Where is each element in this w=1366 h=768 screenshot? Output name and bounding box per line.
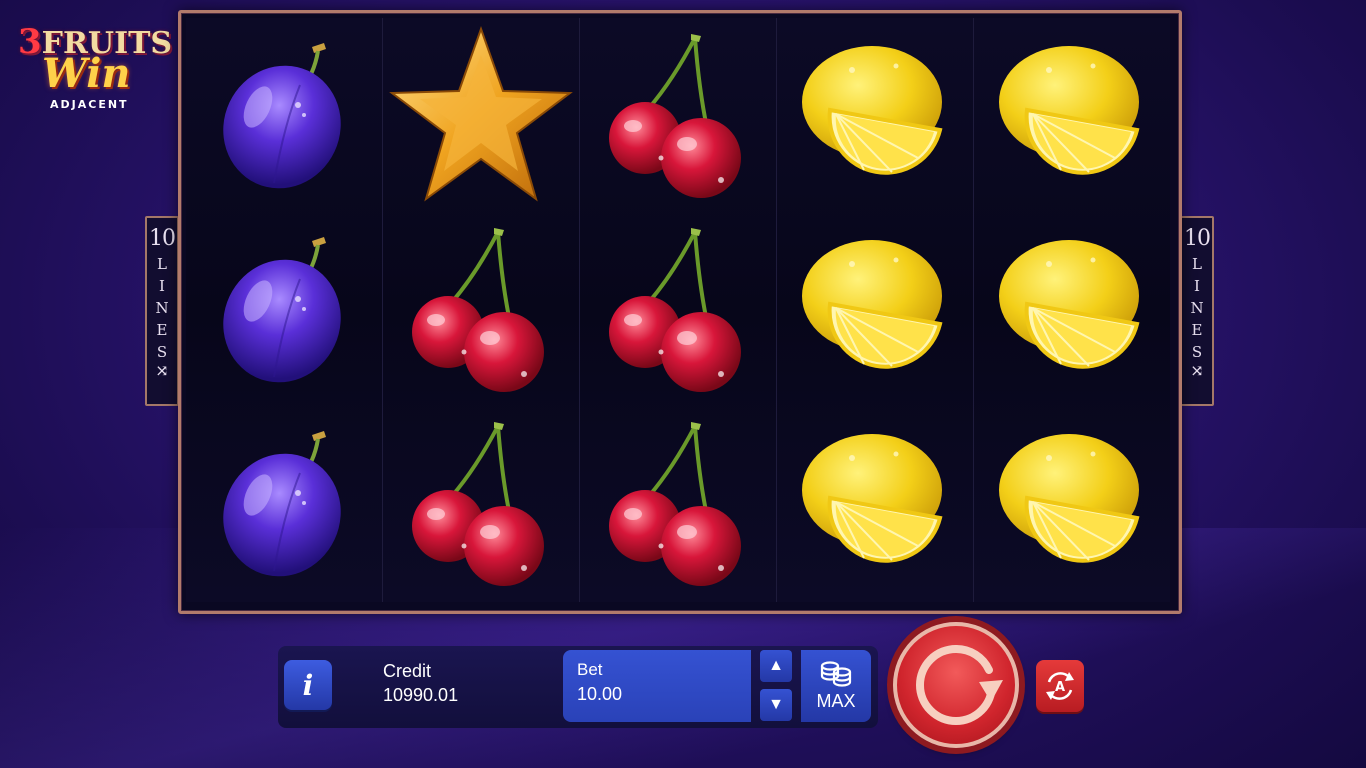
spin-arrow-icon xyxy=(916,644,1003,725)
bet-decrease-button[interactable]: ▼ xyxy=(760,689,792,721)
cherry-symbol xyxy=(580,212,776,406)
star-symbol xyxy=(383,18,579,212)
plum-symbol xyxy=(186,212,382,406)
reel-2 xyxy=(383,18,580,602)
lines-word: L I N E S xyxy=(155,255,169,361)
cherry-symbol xyxy=(580,406,776,600)
logo-line-2: Win xyxy=(42,50,131,97)
triangle-up-icon: ▲ xyxy=(768,657,784,674)
logo-line-3: ADJACENT xyxy=(50,98,129,111)
cherry-symbol xyxy=(580,18,776,212)
autoplay-icon: A xyxy=(1046,672,1074,700)
shuffle-icon: ⤨ xyxy=(155,361,169,380)
lines-count: 10 xyxy=(1184,226,1211,251)
reel-5 xyxy=(974,18,1170,602)
reel-1 xyxy=(186,18,383,602)
cherry-symbol xyxy=(383,212,579,406)
lemon-symbol xyxy=(974,18,1170,212)
max-label: MAX xyxy=(816,691,856,711)
plum-symbol xyxy=(186,406,382,600)
bet-increase-button[interactable]: ▲ xyxy=(760,650,792,682)
lemon-symbol xyxy=(974,212,1170,406)
lines-word: L I N E S xyxy=(1190,255,1204,361)
reels xyxy=(186,18,1170,602)
max-bet-button[interactable]: MAX xyxy=(801,650,871,722)
info-button[interactable]: i xyxy=(284,660,332,710)
lemon-symbol xyxy=(777,212,973,406)
credit-label: Credit xyxy=(383,661,432,681)
lemon-symbol xyxy=(777,406,973,600)
lemon-symbol xyxy=(974,406,1170,600)
spin-button[interactable] xyxy=(893,622,1019,748)
shuffle-icon: ⤨ xyxy=(1190,361,1204,380)
triangle-down-icon: ▼ xyxy=(768,696,784,713)
game-logo: 3FRUITS Win ADJACENT xyxy=(14,22,172,114)
bet-value: 10.00 xyxy=(577,684,623,704)
autoplay-button[interactable]: A xyxy=(1036,660,1084,712)
cherry-symbol xyxy=(383,406,579,600)
coins-icon xyxy=(820,661,852,687)
reel-4 xyxy=(777,18,974,602)
credit-value: 10990.01 xyxy=(383,685,459,705)
lines-indicator-left: 10 L I N E S ⤨ xyxy=(145,216,179,406)
bet-label: Bet xyxy=(577,660,603,679)
plum-symbol xyxy=(186,18,382,212)
svg-text:A: A xyxy=(1055,680,1065,695)
lemon-symbol xyxy=(777,18,973,212)
lines-indicator-right: 10 L I N E S ⤨ xyxy=(1180,216,1214,406)
reel-3 xyxy=(580,18,777,602)
lines-count: 10 xyxy=(149,226,176,251)
